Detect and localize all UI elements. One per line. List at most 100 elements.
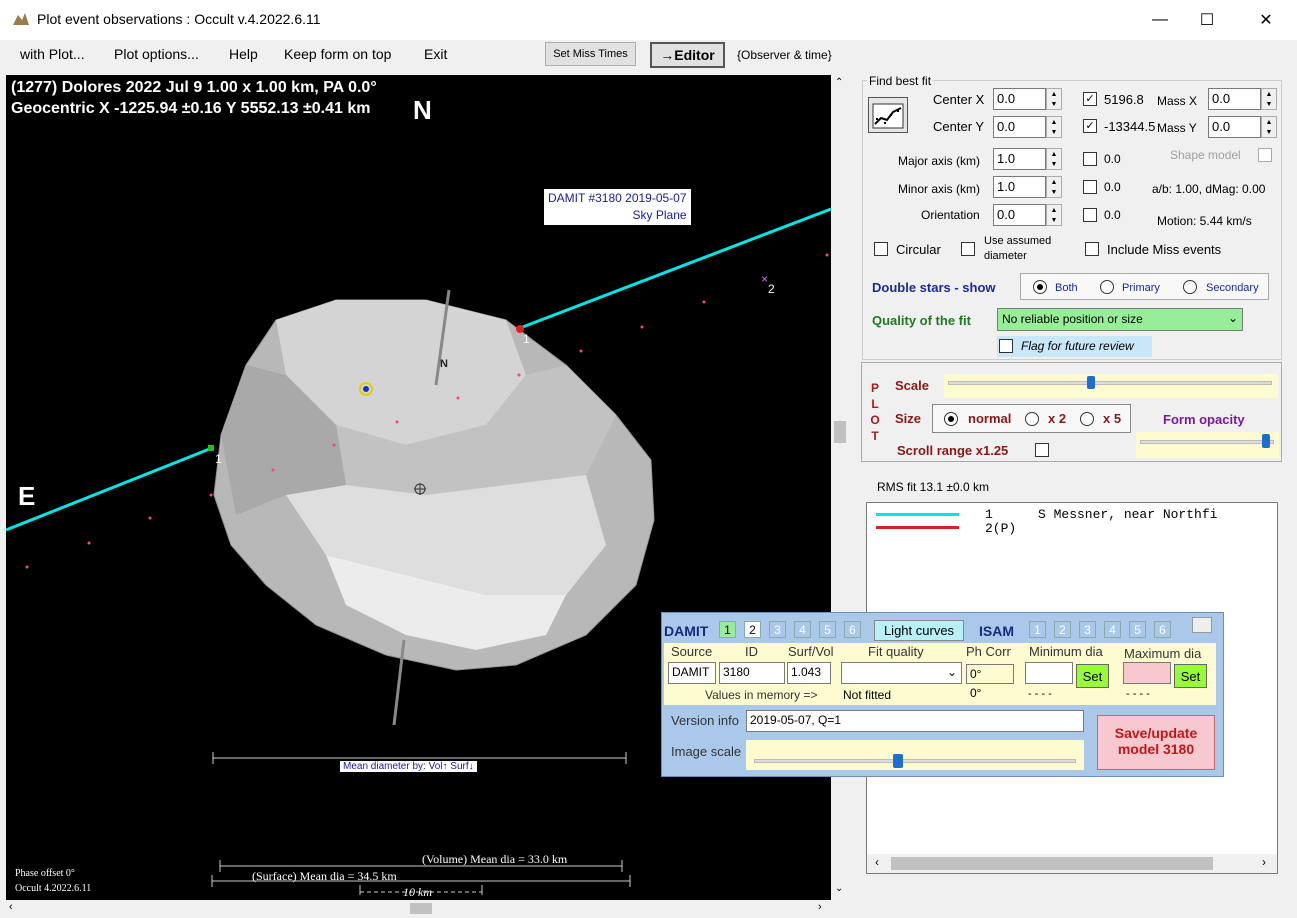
- orientation-checkbox[interactable]: [1083, 208, 1097, 222]
- fit-quality-select[interactable]: ⌄: [841, 662, 962, 684]
- fitq-chevron-down-icon: ⌄: [946, 665, 957, 679]
- image-scale-slider[interactable]: [746, 740, 1084, 770]
- scroll-up-icon[interactable]: ⌃: [835, 77, 843, 88]
- damit-model-4[interactable]: 4: [794, 621, 811, 638]
- menu-exit[interactable]: Exit: [424, 46, 447, 62]
- close-button[interactable]: ✕: [1243, 0, 1289, 40]
- version-info-field[interactable]: 2019-05-07, Q=1: [746, 710, 1084, 732]
- isam-model-3[interactable]: 3: [1079, 621, 1096, 638]
- mass-y-checkbox[interactable]: ✓: [1083, 119, 1097, 133]
- image-scale-thumb[interactable]: [893, 754, 903, 768]
- isam-model-2[interactable]: 2: [1054, 621, 1071, 638]
- isam-title: ISAM: [979, 623, 1014, 639]
- ph-corr-memory: 0°: [970, 686, 982, 700]
- both-radio[interactable]: [1033, 280, 1047, 294]
- find-best-fit-button[interactable]: [868, 97, 908, 133]
- damit-model-3[interactable]: 3: [769, 621, 786, 638]
- scroll-right-icon[interactable]: ›: [818, 901, 822, 913]
- list-scroll-right-icon[interactable]: ›: [1262, 855, 1266, 869]
- scroll-left-icon[interactable]: ‹: [9, 901, 13, 913]
- ab-dmag-label: a/b: 1.00, dMag: 0.00: [1152, 182, 1266, 196]
- major-axis-input[interactable]: 1.0: [993, 148, 1046, 170]
- center-y-input[interactable]: 0.0: [993, 116, 1046, 138]
- size-x5-label: x 5: [1103, 411, 1122, 426]
- minor-axis-spinner[interactable]: ▲ ▼: [1046, 176, 1062, 198]
- isam-model-6[interactable]: 6: [1154, 621, 1171, 638]
- chevron-down-icon: ⌄: [1227, 311, 1238, 325]
- svg-text:×: ×: [761, 272, 768, 286]
- quality-select[interactable]: No reliable position or size ⌄: [997, 308, 1243, 331]
- size-x5-radio[interactable]: [1080, 412, 1094, 426]
- min-dia-set-button[interactable]: Set: [1076, 664, 1109, 688]
- plot-letter-p: P: [870, 381, 879, 395]
- damit-close-button[interactable]: [1192, 617, 1212, 633]
- mass-x-checkbox[interactable]: ✓: [1083, 92, 1097, 106]
- source-field[interactable]: DAMIT: [668, 662, 716, 684]
- find-best-fit-label: Find best fit: [867, 74, 934, 88]
- phase-offset: Phase offset 0°: [15, 868, 75, 879]
- menu-help[interactable]: Help: [229, 46, 258, 62]
- scale-slider[interactable]: [944, 374, 1278, 398]
- scale-slider-thumb[interactable]: [1087, 376, 1095, 389]
- include-miss-checkbox[interactable]: [1085, 242, 1099, 256]
- list-scroll-left-icon[interactable]: ‹: [875, 855, 879, 869]
- max-dia-set-button[interactable]: Set: [1174, 664, 1207, 688]
- scroll-range-checkbox[interactable]: [1035, 443, 1049, 457]
- size-normal-radio[interactable]: [944, 412, 958, 426]
- menu-keep-on-top[interactable]: Keep form on top: [284, 46, 391, 62]
- size-x2-radio[interactable]: [1025, 412, 1039, 426]
- editor-button[interactable]: →Editor: [650, 42, 725, 68]
- vertical-scroll-thumb[interactable]: [834, 421, 846, 443]
- set-miss-times-button[interactable]: Set Miss Times: [545, 42, 636, 66]
- damit-model-2[interactable]: 2: [744, 621, 761, 638]
- primary-radio[interactable]: [1100, 280, 1114, 294]
- use-assumed-checkbox[interactable]: [961, 242, 975, 256]
- list-scroll-thumb[interactable]: [891, 857, 1213, 870]
- observer-time-label[interactable]: {Observer & time}: [737, 48, 832, 62]
- ph-corr-field[interactable]: 0°: [966, 664, 1014, 684]
- miss-2-label: 2: [768, 282, 775, 296]
- circular-checkbox[interactable]: [874, 242, 888, 256]
- minor-axis-checkbox[interactable]: [1083, 180, 1097, 194]
- surfvol-field[interactable]: 1.043: [787, 662, 831, 684]
- id-field[interactable]: 3180: [719, 662, 785, 684]
- menu-plot-options[interactable]: Plot options...: [114, 46, 199, 62]
- damit-model-6[interactable]: 6: [844, 621, 861, 638]
- max-dia-header: Maximum dia: [1124, 646, 1202, 661]
- major-axis-spinner[interactable]: ▲ ▼: [1046, 148, 1062, 170]
- min-dia-field[interactable]: [1025, 662, 1073, 684]
- save-update-button[interactable]: Save/update model 3180: [1097, 715, 1215, 770]
- opacity-slider-thumb[interactable]: [1262, 434, 1270, 448]
- plot-horizontal-scrollbar[interactable]: ‹ ›: [6, 900, 831, 917]
- minor-axis-input[interactable]: 1.0: [993, 176, 1046, 198]
- shape-model-checkbox[interactable]: [1258, 148, 1272, 162]
- center-y-spinner[interactable]: ▲ ▼: [1046, 116, 1062, 138]
- scroll-down-icon[interactable]: ⌄: [835, 883, 843, 894]
- light-curves-button[interactable]: Light curves: [874, 620, 964, 641]
- major-axis-checkbox[interactable]: [1083, 152, 1097, 166]
- secondary-radio[interactable]: [1183, 280, 1197, 294]
- mass-y-input[interactable]: 0.0: [1208, 116, 1261, 138]
- max-dia-field[interactable]: [1123, 662, 1171, 684]
- include-miss-label: Include Miss events: [1107, 242, 1222, 257]
- menu-with-plot[interactable]: with Plot...: [20, 46, 85, 62]
- isam-model-1[interactable]: 1: [1029, 621, 1046, 638]
- damit-model-5[interactable]: 5: [819, 621, 836, 638]
- orientation-input[interactable]: 0.0: [993, 204, 1046, 226]
- size-normal-label: normal: [968, 411, 1012, 426]
- observer-list-hscroll[interactable]: ‹ ›: [867, 854, 1277, 873]
- minimize-button[interactable]: —: [1137, 0, 1183, 40]
- mass-x-input[interactable]: 0.0: [1208, 88, 1261, 110]
- damit-model-1[interactable]: 1: [719, 621, 736, 638]
- flag-review-checkbox[interactable]: [999, 339, 1013, 353]
- mass-y-spinner[interactable]: ▲ ▼: [1261, 116, 1277, 138]
- horizontal-scroll-thumb[interactable]: [410, 903, 432, 914]
- orientation-spinner[interactable]: ▲ ▼: [1046, 204, 1062, 226]
- isam-model-4[interactable]: 4: [1104, 621, 1121, 638]
- mass-x-spinner[interactable]: ▲ ▼: [1261, 88, 1277, 110]
- center-x-spinner[interactable]: ▲ ▼: [1046, 88, 1062, 110]
- form-opacity-slider[interactable]: [1136, 432, 1279, 458]
- maximize-button[interactable]: ☐: [1184, 0, 1230, 40]
- center-x-input[interactable]: 0.0: [993, 88, 1046, 110]
- isam-model-5[interactable]: 5: [1129, 621, 1146, 638]
